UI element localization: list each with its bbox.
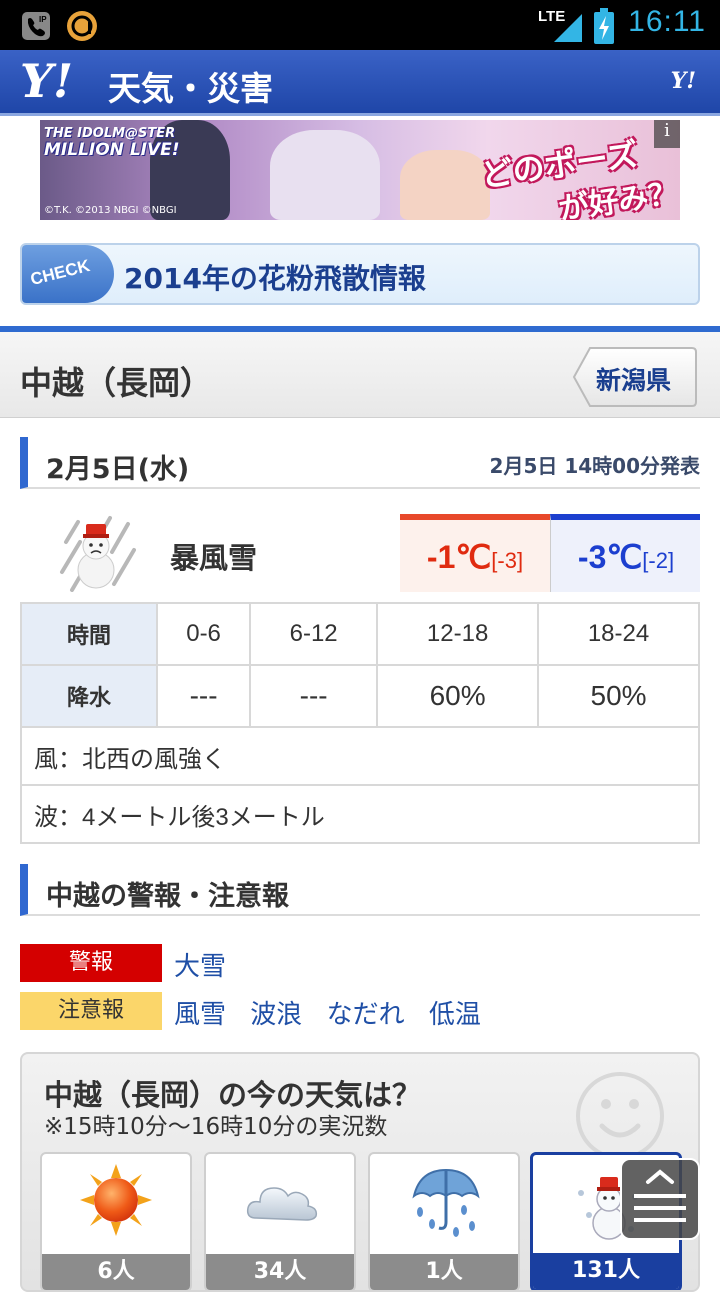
poll-count: 6人 bbox=[42, 1254, 190, 1290]
advisory-item[interactable]: 波浪 bbox=[250, 1000, 302, 1030]
scroll-top-menu-button[interactable] bbox=[620, 1158, 700, 1240]
wind-info: 風：北西の風強く bbox=[20, 726, 700, 786]
warning-list: 大雪 bbox=[174, 946, 242, 983]
temp-low-box: -3℃[-2] bbox=[550, 514, 700, 592]
page-title[interactable]: 天気・災害 bbox=[108, 62, 273, 110]
advisory-item[interactable]: なだれ bbox=[327, 1000, 405, 1030]
location-title: 中越（長岡） bbox=[20, 364, 213, 402]
yahoo-logo[interactable]: Y! bbox=[20, 54, 73, 108]
ad-logo-line1: THE IDOLM@STER bbox=[44, 126, 176, 141]
location-bar: 中越（長岡） 新潟県 bbox=[0, 326, 720, 418]
time-row: 時間 0-6 6-12 12-18 18-24 bbox=[20, 602, 700, 666]
published-time: 2月5日 14時00分発表 bbox=[489, 454, 700, 478]
check-tag: CHECK bbox=[22, 245, 114, 303]
svg-text:IP: IP bbox=[39, 15, 47, 24]
menu-icon bbox=[634, 1169, 686, 1222]
warning-item[interactable]: 大雪 bbox=[174, 952, 226, 982]
prefecture-button[interactable]: 新潟県 bbox=[572, 346, 698, 408]
period-cell: 0-6 bbox=[155, 602, 252, 666]
forecast-date: 2月5日(水) bbox=[46, 454, 190, 485]
alerts-header: 中越の警報・注意報 bbox=[20, 864, 700, 916]
precip-cell: 50% bbox=[537, 664, 700, 728]
ad-figure bbox=[400, 150, 490, 220]
check-tag-label: CHECK bbox=[28, 255, 92, 290]
advisory-list: 風雪 波浪 なだれ 低温 bbox=[174, 994, 497, 1031]
advisory-label: 注意報 bbox=[20, 992, 162, 1030]
temp-high-box: -1℃[-3] bbox=[400, 514, 550, 592]
cloud-icon bbox=[246, 1187, 318, 1221]
forecast-table: 時間 0-6 6-12 12-18 18-24 降水 --- --- 60% 5… bbox=[20, 602, 700, 844]
warning-label: 警報 bbox=[20, 944, 162, 982]
yahoo-top-link[interactable]: Y! bbox=[671, 68, 696, 94]
pollen-info-banner[interactable]: CHECK 2014年の花粉飛散情報 bbox=[20, 243, 700, 305]
wind-row: 風：北西の風強く bbox=[20, 726, 700, 786]
snowman-storm-icon bbox=[58, 512, 136, 592]
temp-high-diff: [-3] bbox=[491, 548, 524, 573]
ad-info-icon[interactable]: i bbox=[654, 120, 680, 148]
battery-charging-icon bbox=[592, 8, 616, 44]
ad-logo-line2: MILLION LIVE! bbox=[44, 140, 180, 160]
poll-count: 34人 bbox=[206, 1254, 354, 1290]
precip-cell: 60% bbox=[376, 664, 540, 728]
pollen-info-link[interactable]: 2014年の花粉飛散情報 bbox=[124, 257, 426, 297]
poll-option-rain[interactable]: 1人 bbox=[368, 1152, 520, 1290]
period-cell: 12-18 bbox=[376, 602, 540, 666]
signal-icon bbox=[552, 8, 584, 42]
precip-cell: --- bbox=[249, 664, 379, 728]
period-cell: 6-12 bbox=[249, 602, 379, 666]
precip-header: 降水 bbox=[20, 664, 158, 728]
precip-cell: --- bbox=[155, 664, 252, 728]
app-header: Y! 天気・災害 Y! bbox=[0, 50, 720, 116]
app-a-icon bbox=[66, 10, 98, 42]
wave-info: 波：4メートル後3メートル bbox=[20, 784, 700, 844]
alerts-heading: 中越の警報・注意報 bbox=[46, 881, 289, 912]
poll-subtitle: ※15時10分～16時10分の実況数 bbox=[44, 1114, 388, 1140]
poll-count: 131人 bbox=[533, 1253, 679, 1289]
umbrella-rain-icon bbox=[412, 1168, 480, 1237]
period-cell: 18-24 bbox=[537, 602, 700, 666]
temp-low: -3℃ bbox=[577, 539, 643, 575]
sun-icon bbox=[80, 1164, 152, 1236]
temp-low-diff: [-2] bbox=[642, 548, 675, 573]
poll-option-sunny[interactable]: 6人 bbox=[40, 1152, 192, 1290]
advisory-item[interactable]: 風雪 bbox=[174, 1000, 226, 1030]
prefecture-button-label: 新潟県 bbox=[596, 366, 672, 395]
current-weather-poll: 中越（長岡）の今の天気は？ ※15時10分～16時10分の実況数 6人 34人 bbox=[20, 1052, 700, 1292]
status-bar: IP LTE 16:11 bbox=[0, 0, 720, 50]
time-header: 時間 bbox=[20, 602, 158, 666]
weather-condition: 暴風雪 bbox=[170, 541, 258, 575]
forecast-date-header: 2月5日(水) 2月5日 14時00分発表 bbox=[20, 437, 700, 489]
clock: 16:11 bbox=[628, 5, 706, 38]
poll-option-cloudy[interactable]: 34人 bbox=[204, 1152, 356, 1290]
ad-figure bbox=[270, 130, 380, 220]
poll-count: 1人 bbox=[370, 1254, 518, 1290]
ip-phone-icon: IP bbox=[20, 10, 52, 42]
ad-copyright: ©T.K. ©2013 NBGI ©NBGI bbox=[44, 205, 177, 216]
wave-row: 波：4メートル後3メートル bbox=[20, 784, 700, 844]
ad-banner[interactable]: THE IDOLM@STER MILLION LIVE! ©T.K. ©2013… bbox=[40, 120, 680, 220]
temp-high: -1℃ bbox=[426, 539, 492, 575]
precip-row: 降水 --- --- 60% 50% bbox=[20, 664, 700, 728]
advisory-item[interactable]: 低温 bbox=[429, 1000, 481, 1030]
